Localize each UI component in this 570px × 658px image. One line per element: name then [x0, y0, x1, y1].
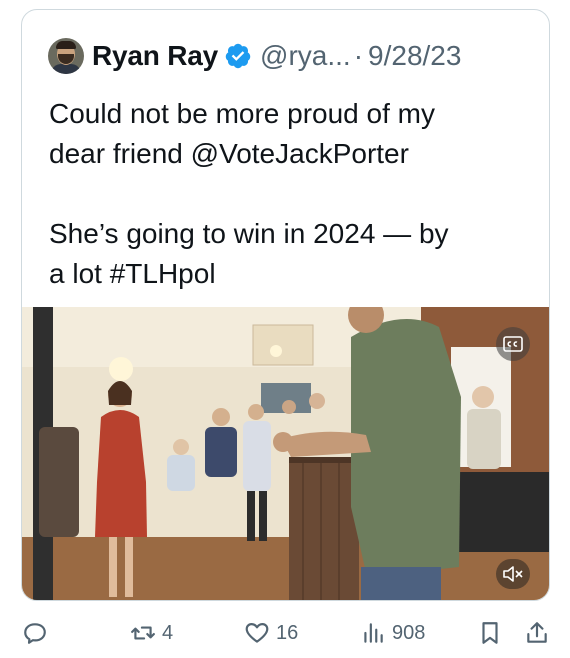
like-button[interactable]: 16: [244, 620, 298, 646]
views-button[interactable]: 908: [360, 620, 425, 646]
tweet-date[interactable]: 9/28/23: [368, 40, 461, 72]
author-name[interactable]: Ryan Ray: [92, 40, 218, 72]
closed-captions-icon[interactable]: [496, 327, 530, 361]
separator-dot: ·: [353, 40, 364, 71]
repost-count: 4: [162, 621, 174, 644]
views-chart-icon: [364, 623, 383, 643]
views-count: 908: [392, 621, 426, 644]
tweet-header: Ryan Ray @rya... · 9/28/23: [48, 36, 461, 76]
like-count: 16: [276, 621, 299, 644]
author-handle[interactable]: @rya...: [260, 40, 351, 72]
repost-button[interactable]: 4: [130, 620, 173, 646]
avatar[interactable]: [48, 38, 84, 74]
muted-speaker-icon[interactable]: [496, 559, 530, 589]
video-frame: [22, 307, 549, 600]
repost-icon: [131, 626, 155, 640]
tweet-text-line[interactable]: a lot #TLHpol: [49, 254, 549, 294]
tweet-action-bar: 4 16 908: [0, 614, 570, 654]
tweet-text-line: She’s going to win in 2024 — by: [49, 218, 449, 249]
share-button[interactable]: [524, 620, 550, 646]
verified-badge-icon: [225, 43, 251, 69]
video-player[interactable]: [22, 307, 549, 600]
bookmark-button[interactable]: [477, 620, 503, 646]
tweet-text-line: Could not be more proud of my: [49, 98, 435, 129]
bookmark-icon: [482, 622, 498, 644]
heart-icon: [245, 623, 269, 643]
reply-button[interactable]: [22, 620, 54, 646]
reply-icon: [24, 623, 46, 644]
tweet-text-line[interactable]: dear friend @VoteJackPorter: [49, 134, 549, 174]
share-icon: [527, 622, 547, 643]
quoted-tweet-card[interactable]: Ryan Ray @rya... · 9/28/23 Could not be …: [21, 9, 550, 601]
tweet-text: Could not be more proud of my dear frien…: [49, 94, 549, 294]
